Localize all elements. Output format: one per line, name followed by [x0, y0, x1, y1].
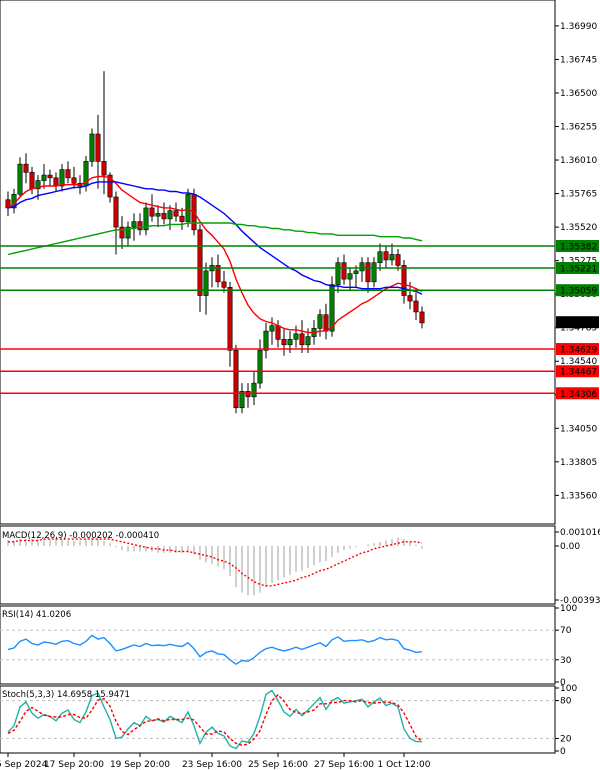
candle-body — [347, 273, 353, 280]
candle-body — [95, 133, 101, 162]
x-tick-label: 23 Sep 16:00 — [182, 760, 242, 770]
candle-body — [53, 177, 59, 187]
candle-body — [305, 336, 311, 346]
macd-tick-label: 0.001016 — [560, 528, 600, 538]
level-tag-label: 1.34629 — [560, 346, 597, 356]
y-tick-label: 1.36745 — [560, 55, 597, 65]
candle-body — [17, 163, 23, 195]
candle-body — [167, 210, 173, 220]
level-tag-label: 1.35221 — [560, 265, 597, 275]
candle-body — [359, 262, 365, 272]
candle-body — [407, 295, 413, 302]
candle-body — [65, 169, 71, 179]
candle-body — [275, 325, 281, 340]
level-tag-label: 1.35059 — [560, 287, 597, 297]
candle-body — [203, 270, 209, 296]
candle-body — [383, 251, 389, 261]
level-tag-label: 1.35382 — [560, 242, 597, 252]
candle-body — [185, 193, 191, 222]
trading-chart: 1.36990 1.36745 1.36500 1.36255 1.36010 1.357… — [0, 0, 600, 770]
rsi-tick-label: 30 — [560, 656, 572, 666]
candle-body — [23, 163, 29, 173]
y-tick-label: 1.34050 — [560, 424, 597, 434]
macd-tick-label: 0.00 — [560, 542, 580, 552]
panel-frame-0 — [0, 0, 556, 525]
x-tick-label: 27 Sep 16:00 — [314, 760, 374, 770]
stoch-tick-label: 80 — [560, 697, 572, 707]
x-tick-label: 19 Sep 20:00 — [110, 760, 170, 770]
candle-body — [263, 330, 269, 351]
rsi-label: RSI(14) 41.0206 — [2, 610, 71, 620]
candle-body — [395, 254, 401, 266]
candle — [89, 128, 95, 167]
x-tick-label: 17 Sep 20:00 — [44, 760, 104, 770]
macd-label: MACD(12,26,9) -0.000202 -0.000410 — [2, 531, 159, 541]
candle-body — [137, 221, 143, 231]
x-tick-label: 5 Sep 2024 — [0, 760, 48, 770]
candle-body — [29, 172, 35, 190]
candle-body — [281, 339, 287, 346]
candle-body — [131, 221, 137, 228]
candle-body — [41, 174, 47, 181]
candle-body — [161, 213, 167, 220]
candle-body — [251, 382, 257, 398]
candle-body — [71, 177, 77, 184]
rsi-tick-label: 100 — [560, 604, 577, 614]
stoch-label: Stoch(5,3,3) 14.6958 15.9471 — [2, 690, 130, 700]
candle-body — [389, 254, 395, 261]
candle-body — [299, 333, 305, 346]
candle-body — [47, 174, 53, 179]
candle — [185, 188, 191, 228]
candle-body — [269, 325, 275, 332]
candle-body — [173, 210, 179, 217]
candle-body — [317, 314, 323, 329]
candle-body — [89, 133, 95, 162]
y-tick-label: 1.35520 — [560, 223, 597, 233]
candle-body — [287, 339, 293, 346]
current-price-label: 1.34825 — [560, 319, 597, 329]
y-tick-label: 1.35765 — [560, 190, 597, 200]
candle-body — [59, 169, 65, 187]
candle-body — [113, 196, 119, 228]
candle-body — [233, 349, 239, 409]
candle-body — [245, 391, 251, 398]
candle-body — [329, 284, 335, 332]
level-tag-label: 1.34467 — [560, 368, 597, 378]
y-tick-label: 1.36010 — [560, 156, 597, 166]
candle-body — [323, 314, 329, 332]
candle-body — [155, 213, 161, 217]
candle-body — [119, 226, 125, 239]
stoch-tick-label: 20 — [560, 734, 572, 744]
candle-body — [401, 265, 407, 296]
x-tick-label: 1 Oct 12:00 — [378, 760, 431, 770]
candle-body — [353, 270, 359, 274]
panel-frame-2 — [0, 605, 556, 685]
candle-body — [221, 281, 227, 288]
level-tag-label: 1.34306 — [560, 390, 597, 400]
candle-body — [101, 161, 107, 176]
y-tick-label: 1.36255 — [560, 122, 597, 132]
stoch-tick-label: 0 — [560, 747, 566, 757]
stoch-tick-label: 100 — [560, 684, 577, 694]
candle-body — [293, 333, 299, 340]
rsi-tick-label: 70 — [560, 626, 572, 636]
candle — [233, 344, 239, 414]
candle-body — [365, 262, 371, 283]
y-tick-label: 1.36500 — [560, 89, 597, 99]
y-tick-label: 1.33805 — [560, 458, 597, 468]
candle-body — [179, 215, 185, 222]
candle-body — [341, 262, 347, 280]
x-tick-label: 25 Sep 16:00 — [248, 760, 308, 770]
candle-body — [335, 262, 341, 285]
candle-body — [413, 300, 419, 313]
candle-body — [257, 349, 263, 384]
candle-body — [377, 251, 383, 263]
candle-body — [371, 262, 377, 283]
candle-body — [149, 207, 155, 217]
candle-body — [197, 229, 203, 296]
candle-body — [419, 311, 425, 324]
y-tick-label: 1.33560 — [560, 491, 597, 501]
candle-body — [227, 287, 233, 351]
y-tick-label: 1.36990 — [560, 22, 597, 32]
